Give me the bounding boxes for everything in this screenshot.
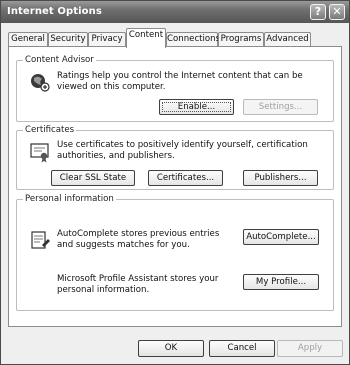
certificates-legend: Certificates (23, 125, 77, 136)
tab-connections[interactable]: Connections (166, 32, 220, 47)
tab-programs[interactable]: Programs (218, 32, 264, 47)
certificates-button[interactable]: Certificates... (148, 170, 223, 186)
autocomplete-button[interactable]: AutoComplete... (243, 229, 319, 245)
tab-content[interactable]: Content (126, 28, 166, 48)
tab-privacy[interactable]: Privacy (88, 32, 126, 47)
personal-information-group: Personal information AutoComplete stores… (16, 194, 334, 311)
autocomplete-description: AutoComplete stores previous entries and… (57, 229, 220, 250)
content-advisor-group: Content Advisor Ratings help you control… (16, 55, 334, 122)
settings-button[interactable]: Settings... (243, 99, 318, 115)
apply-button[interactable]: Apply (277, 340, 343, 357)
help-button[interactable]: ? (310, 4, 326, 20)
tab-general[interactable]: General (8, 32, 48, 47)
close-button[interactable]: ✕ (329, 4, 345, 20)
content-tab-panel: Content Advisor Ratings help you control… (8, 46, 342, 327)
certificates-description: Use certificates to positively identify … (57, 140, 308, 161)
personal-information-legend: Personal information (23, 194, 116, 205)
autocomplete-icon (31, 231, 50, 249)
title-bar[interactable]: Internet Options ? ✕ (1, 1, 349, 23)
profile-assistant-description: Microsoft Profile Assistant stores your … (57, 274, 219, 295)
tab-security[interactable]: Security (48, 32, 88, 47)
clear-ssl-state-button[interactable]: Clear SSL State (51, 170, 135, 186)
content-advisor-legend: Content Advisor (23, 55, 96, 66)
certificate-icon (30, 143, 49, 163)
ok-button[interactable]: OK (138, 340, 204, 357)
internet-options-dialog: Internet Options ? ✕ General Security Pr… (0, 0, 350, 365)
certificates-group: Certificates Use certificates to positiv… (16, 125, 334, 190)
content-advisor-icon (31, 74, 50, 92)
cancel-button[interactable]: Cancel (209, 340, 275, 357)
my-profile-button[interactable]: My Profile... (243, 274, 319, 290)
tab-advanced[interactable]: Advanced (264, 32, 311, 47)
enable-button[interactable]: Enable... (159, 99, 234, 115)
content-advisor-description: Ratings help you control the Internet co… (57, 71, 303, 92)
publishers-button[interactable]: Publishers... (243, 170, 318, 186)
window-title: Internet Options (7, 6, 102, 17)
